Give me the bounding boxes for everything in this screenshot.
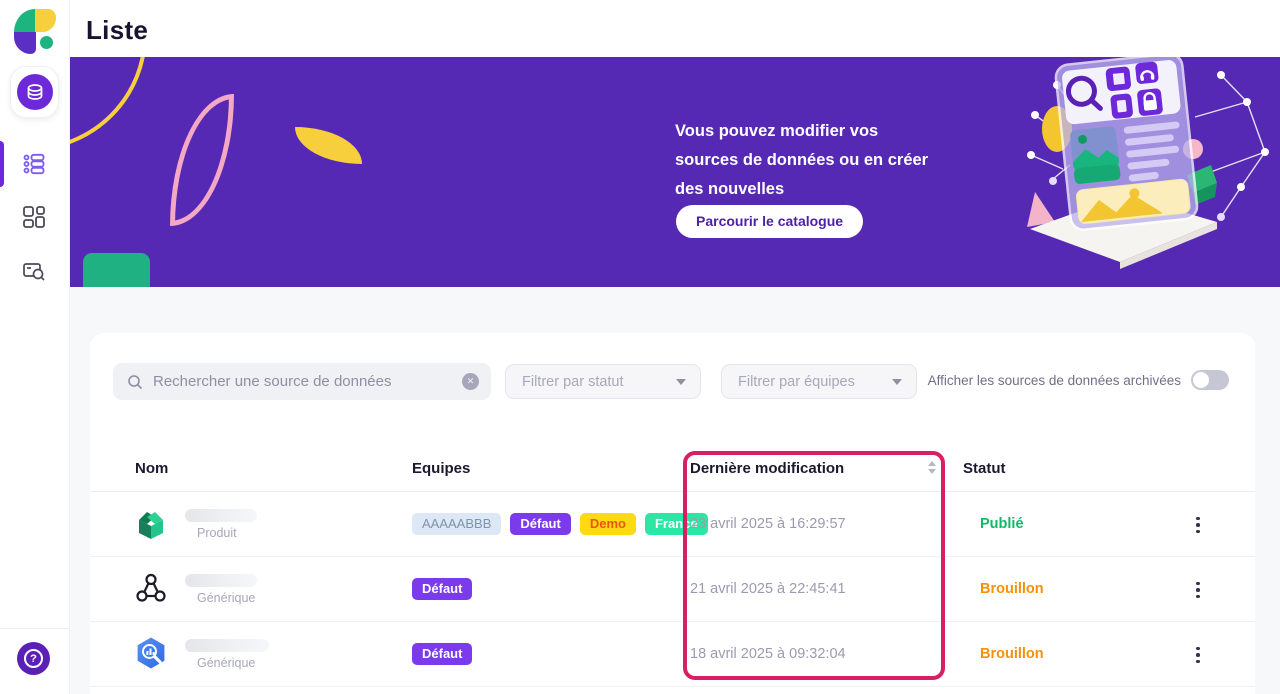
browse-catalog-button[interactable]: Parcourir le catalogue xyxy=(676,205,863,238)
decorative-rectangle xyxy=(83,253,150,287)
teams-filter-label: Filtrer par équipes xyxy=(738,374,855,390)
list-icon xyxy=(22,152,46,176)
redacted-name xyxy=(185,509,257,522)
archived-toggle-switch[interactable] xyxy=(1191,370,1229,390)
promo-banner: Vous pouvez modifier vos sources de donn… xyxy=(70,57,1280,287)
archived-toggle-label: Afficher les sources de données archivée… xyxy=(928,373,1181,388)
graph-nodes-icon xyxy=(133,570,169,606)
package-box-icon xyxy=(133,505,169,541)
logo-shape-dot xyxy=(40,36,53,49)
last-modified-value: 23 avril 2025 à 16:29:57 xyxy=(690,492,846,557)
column-header-teams: Equipes xyxy=(412,445,470,492)
row-menu-kebab-icon[interactable] xyxy=(1188,513,1208,537)
team-tags: Défaut xyxy=(412,578,472,600)
chevron-down-icon xyxy=(892,379,902,385)
source-type-label: Générique xyxy=(197,656,255,670)
headphones-icon xyxy=(1135,61,1159,84)
bigquery-icon xyxy=(133,635,169,671)
last-modified-value: 21 avril 2025 à 22:45:41 xyxy=(690,557,846,622)
column-header-last-modified[interactable]: Dernière modification xyxy=(690,445,844,492)
column-header-name: Nom xyxy=(135,445,168,492)
decorative-petal-outline xyxy=(170,94,234,226)
banner-message-line: sources de données ou en créer xyxy=(675,146,928,175)
sidebar-active-indicator xyxy=(0,141,4,187)
team-tag: Défaut xyxy=(412,578,472,600)
row-menu-kebab-icon[interactable] xyxy=(1188,643,1208,667)
sort-icon[interactable] xyxy=(928,461,936,474)
lock-icon xyxy=(1137,88,1164,116)
source-type-label: Générique xyxy=(197,591,255,605)
banner-message: Vous pouvez modifier vos sources de donn… xyxy=(675,117,928,204)
banner-illustration xyxy=(1025,57,1280,287)
decorative-leaf xyxy=(295,127,362,164)
redacted-name xyxy=(185,574,257,587)
logo-shape-green xyxy=(14,9,35,32)
app-logo[interactable] xyxy=(14,9,58,59)
chevron-down-icon xyxy=(676,379,686,385)
grid-icon xyxy=(22,205,46,229)
source-type-label: Produit xyxy=(197,526,237,540)
team-tag: Demo xyxy=(580,513,636,535)
status-badge: Brouillon xyxy=(980,557,1044,622)
banner-message-line: Vous pouvez modifier vos xyxy=(675,117,928,146)
logo-shape-purple xyxy=(14,32,36,54)
logo-shape-yellow xyxy=(35,9,56,32)
last-modified-value: 18 avril 2025 à 09:32:04 xyxy=(690,622,846,687)
status-badge: Publié xyxy=(980,492,1024,557)
clear-search-icon[interactable]: ✕ xyxy=(462,373,479,390)
page-title: Liste xyxy=(86,15,148,46)
sidebar-divider xyxy=(0,628,70,629)
question-mark-icon: ? xyxy=(24,649,43,668)
browse-search-icon xyxy=(22,259,46,283)
team-tag: AAAAABBB xyxy=(412,513,501,535)
search-box: ✕ xyxy=(113,363,491,400)
document-icon xyxy=(1110,93,1133,119)
image-placeholder xyxy=(1070,126,1121,185)
sidebar-item-browse[interactable] xyxy=(21,258,47,284)
sidebar-item-dashboard[interactable] xyxy=(21,204,47,230)
tablet-panel xyxy=(1055,57,1199,231)
row-menu-kebab-icon[interactable] xyxy=(1188,578,1208,602)
sidebar-item-data-sources[interactable] xyxy=(10,66,59,118)
team-tags: AAAAABBB Défaut Demo France xyxy=(412,513,708,535)
app-tile-square-icon xyxy=(1105,66,1131,91)
table-row[interactable]: Générique Défaut 21 avril 2025 à 22:45:4… xyxy=(90,557,1255,622)
help-button[interactable]: ? xyxy=(17,642,50,675)
redacted-name xyxy=(185,639,269,652)
team-tag: Défaut xyxy=(510,513,570,535)
status-filter-label: Filtrer par statut xyxy=(522,374,624,390)
table-row[interactable]: Générique Défaut 18 avril 2025 à 09:32:0… xyxy=(90,622,1255,687)
table-header: Nom Equipes Dernière modification Statut xyxy=(90,445,1255,492)
search-icon xyxy=(127,374,143,390)
status-filter-dropdown[interactable]: Filtrer par statut xyxy=(505,364,701,399)
database-icon xyxy=(17,74,53,110)
search-input[interactable] xyxy=(153,373,462,390)
data-sources-card: ✕ Filtrer par statut Filtrer par équipes… xyxy=(90,333,1255,694)
banner-message-line: des nouvelles xyxy=(675,175,928,204)
team-tag: Défaut xyxy=(412,643,472,665)
app-window: ? Liste Vous pouvez modifier vos sources… xyxy=(0,0,1280,694)
sidebar: ? xyxy=(0,0,70,694)
sidebar-item-list-view[interactable] xyxy=(21,151,47,177)
table-row[interactable]: Produit AAAAABBB Défaut Demo France 23 a… xyxy=(90,492,1255,557)
archived-toggle-row: Afficher les sources de données archivée… xyxy=(928,370,1229,390)
toggle-knob xyxy=(1193,372,1209,388)
decorative-circle-outline xyxy=(70,57,147,151)
top-header: Liste xyxy=(70,0,1280,57)
status-badge: Brouillon xyxy=(980,622,1044,687)
column-header-status: Statut xyxy=(963,445,1006,492)
team-tags: Défaut xyxy=(412,643,472,665)
teams-filter-dropdown[interactable]: Filtrer par équipes xyxy=(721,364,917,399)
